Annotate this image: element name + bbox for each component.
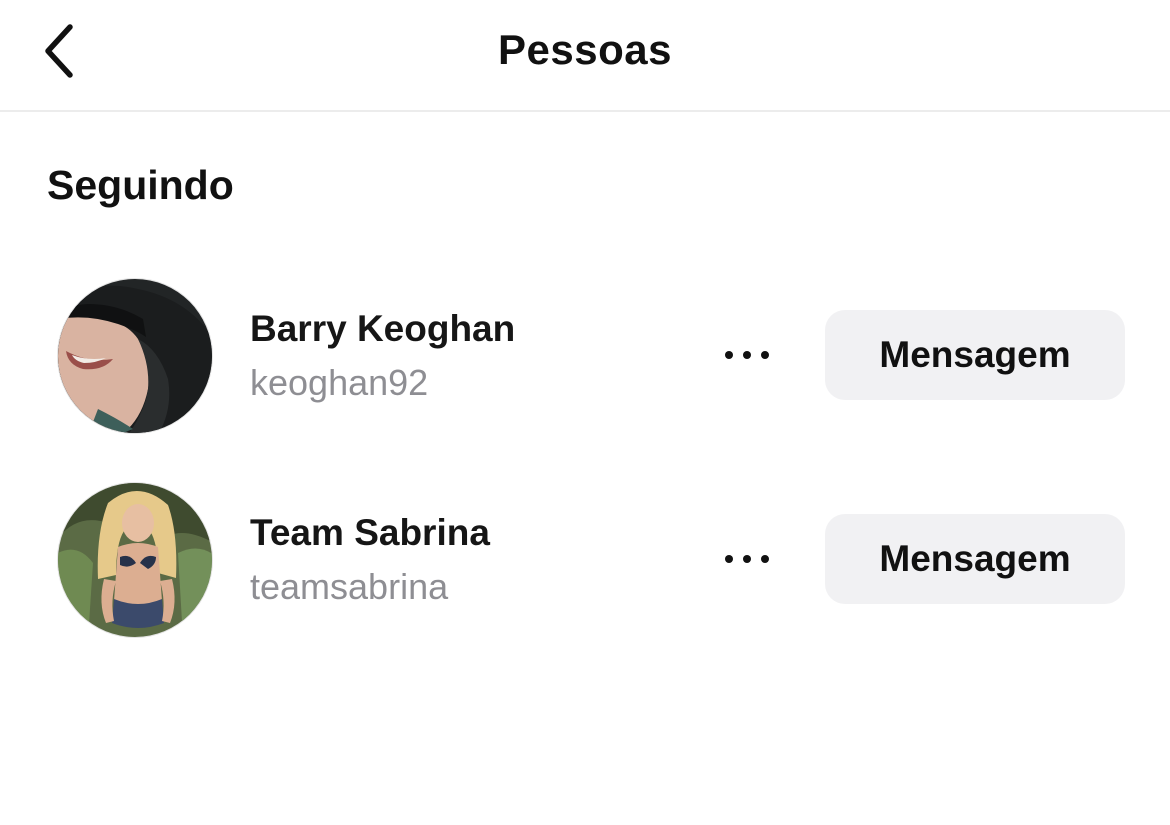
page-title: Pessoas (498, 26, 672, 73)
more-options-button[interactable] (716, 328, 778, 382)
more-horizontal-icon (725, 351, 769, 359)
person-name: Team Sabrina (250, 512, 490, 553)
top-navigation-bar: Pessoas (0, 0, 1170, 112)
message-button[interactable]: Mensagem (825, 310, 1125, 400)
avatar[interactable] (57, 278, 213, 434)
person-username: teamsabrina (250, 566, 449, 607)
person-row[interactable]: Barry Keoghan keoghan92 Mensagem (0, 278, 1170, 438)
person-name: Barry Keoghan (250, 308, 516, 349)
more-options-button[interactable] (716, 532, 778, 586)
more-horizontal-icon (725, 555, 769, 563)
person-row[interactable]: Team Sabrina teamsabrina Mensagem (0, 482, 1170, 642)
profile-photo (58, 483, 212, 637)
section-heading-following: Seguindo (47, 162, 234, 208)
avatar[interactable] (57, 482, 213, 638)
person-username: keoghan92 (250, 362, 429, 403)
profile-photo (58, 279, 212, 433)
message-button[interactable]: Mensagem (825, 514, 1125, 604)
